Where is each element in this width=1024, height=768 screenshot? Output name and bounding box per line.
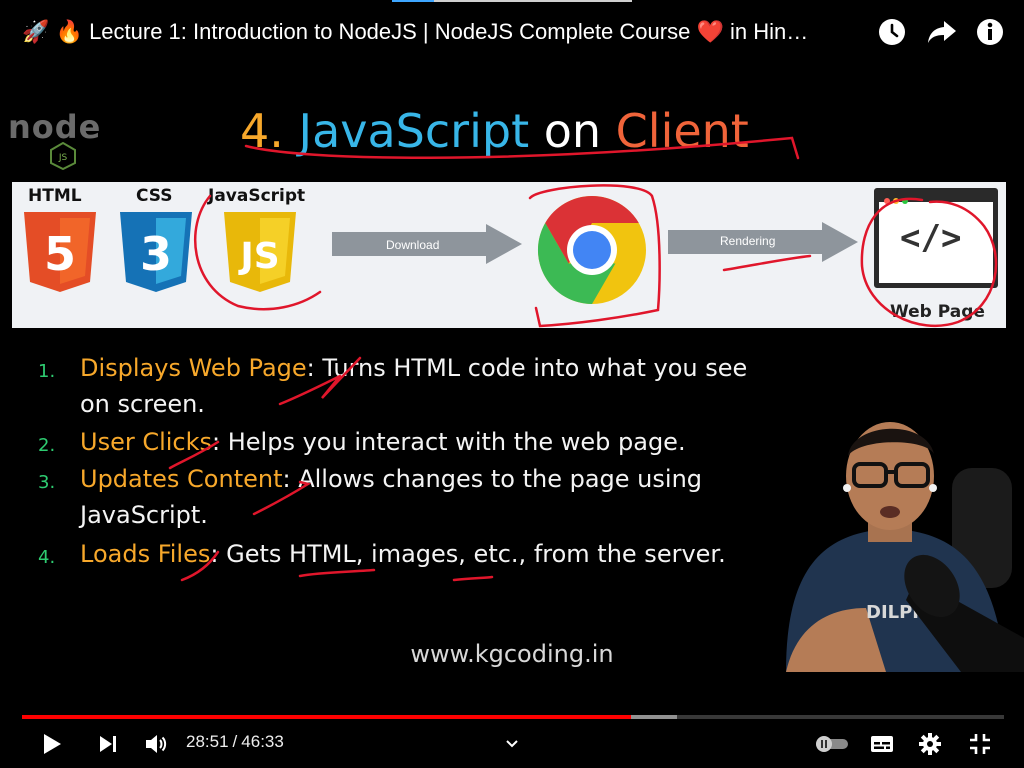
title-text-part1: Lecture 1: Introduction to NodeJS | Node… xyxy=(89,19,691,44)
heart-emoji: ❤️ xyxy=(696,19,724,44)
played-bar xyxy=(22,715,631,719)
svg-text:5: 5 xyxy=(44,227,76,281)
next-button[interactable] xyxy=(92,728,124,760)
video-title[interactable]: 🚀 🔥 Lecture 1: Introduction to NodeJS | … xyxy=(22,18,872,46)
slide-title: 4. JavaScript on Client xyxy=(240,104,749,158)
website-watermark: www.kgcoding.in xyxy=(410,640,614,668)
mute-button[interactable] xyxy=(140,728,172,760)
title-text-part2: in Hin… xyxy=(729,19,809,44)
webpage-label: Web Page xyxy=(890,302,985,322)
exit-fullscreen-icon xyxy=(970,734,990,754)
skip-next-icon xyxy=(100,736,116,752)
info-icon xyxy=(977,19,1003,45)
clock-icon xyxy=(879,19,905,45)
chrome-icon xyxy=(537,195,646,304)
rendering-label: Rendering xyxy=(720,234,776,248)
info-button[interactable] xyxy=(972,14,1008,50)
share-button[interactable] xyxy=(924,14,960,50)
html-label: HTML xyxy=(28,186,82,206)
watch-later-button[interactable] xyxy=(874,14,910,50)
play-icon xyxy=(44,734,61,754)
js-label: JavaScript xyxy=(208,186,306,206)
css-label: CSS xyxy=(136,186,173,206)
nodejs-hex-icon: JS xyxy=(50,142,76,170)
play-button[interactable] xyxy=(36,728,68,760)
video-player[interactable]: node JS 4. JavaScript on Client HTML CSS… xyxy=(0,96,1024,672)
css3-icon: 3 xyxy=(120,212,192,292)
seek-bar[interactable] xyxy=(22,715,1004,719)
duration: 46:33 xyxy=(241,732,284,751)
code-icon: </> xyxy=(900,218,962,258)
volume-icon xyxy=(146,735,167,753)
subtitles-button[interactable] xyxy=(866,728,898,760)
chevron-down-icon xyxy=(506,740,518,748)
autoplay-toggle[interactable] xyxy=(812,728,852,760)
svg-text:JS: JS xyxy=(58,153,68,163)
fullscreen-button[interactable] xyxy=(964,728,996,760)
autoplay-toggle-icon xyxy=(816,736,848,752)
gear-icon xyxy=(919,733,941,755)
share-icon xyxy=(928,21,956,43)
fire-emoji: 🔥 xyxy=(55,19,83,44)
subtitles-icon xyxy=(871,736,893,752)
client-flow-diagram: HTML CSS JavaScript 5 3 JS Download Rend… xyxy=(12,182,1006,328)
presenter-video: DILPR xyxy=(786,422,1024,672)
video-header: 🚀 🔥 Lecture 1: Introduction to NodeJS | … xyxy=(0,0,1024,64)
current-time: 28:51 xyxy=(186,732,229,751)
nodejs-logo: node JS xyxy=(8,108,118,170)
window-dots xyxy=(884,191,911,209)
javascript-icon: JS xyxy=(224,212,296,292)
html5-icon: 5 xyxy=(24,212,96,292)
chapter-expand-button[interactable] xyxy=(496,728,528,760)
download-label: Download xyxy=(386,238,440,252)
rocket-emoji: 🚀 xyxy=(22,19,50,44)
settings-button[interactable] xyxy=(914,728,946,760)
svg-text:JS: JS xyxy=(237,236,279,277)
time-display: 28:51/46:33 xyxy=(186,732,284,751)
svg-text:3: 3 xyxy=(140,227,172,281)
